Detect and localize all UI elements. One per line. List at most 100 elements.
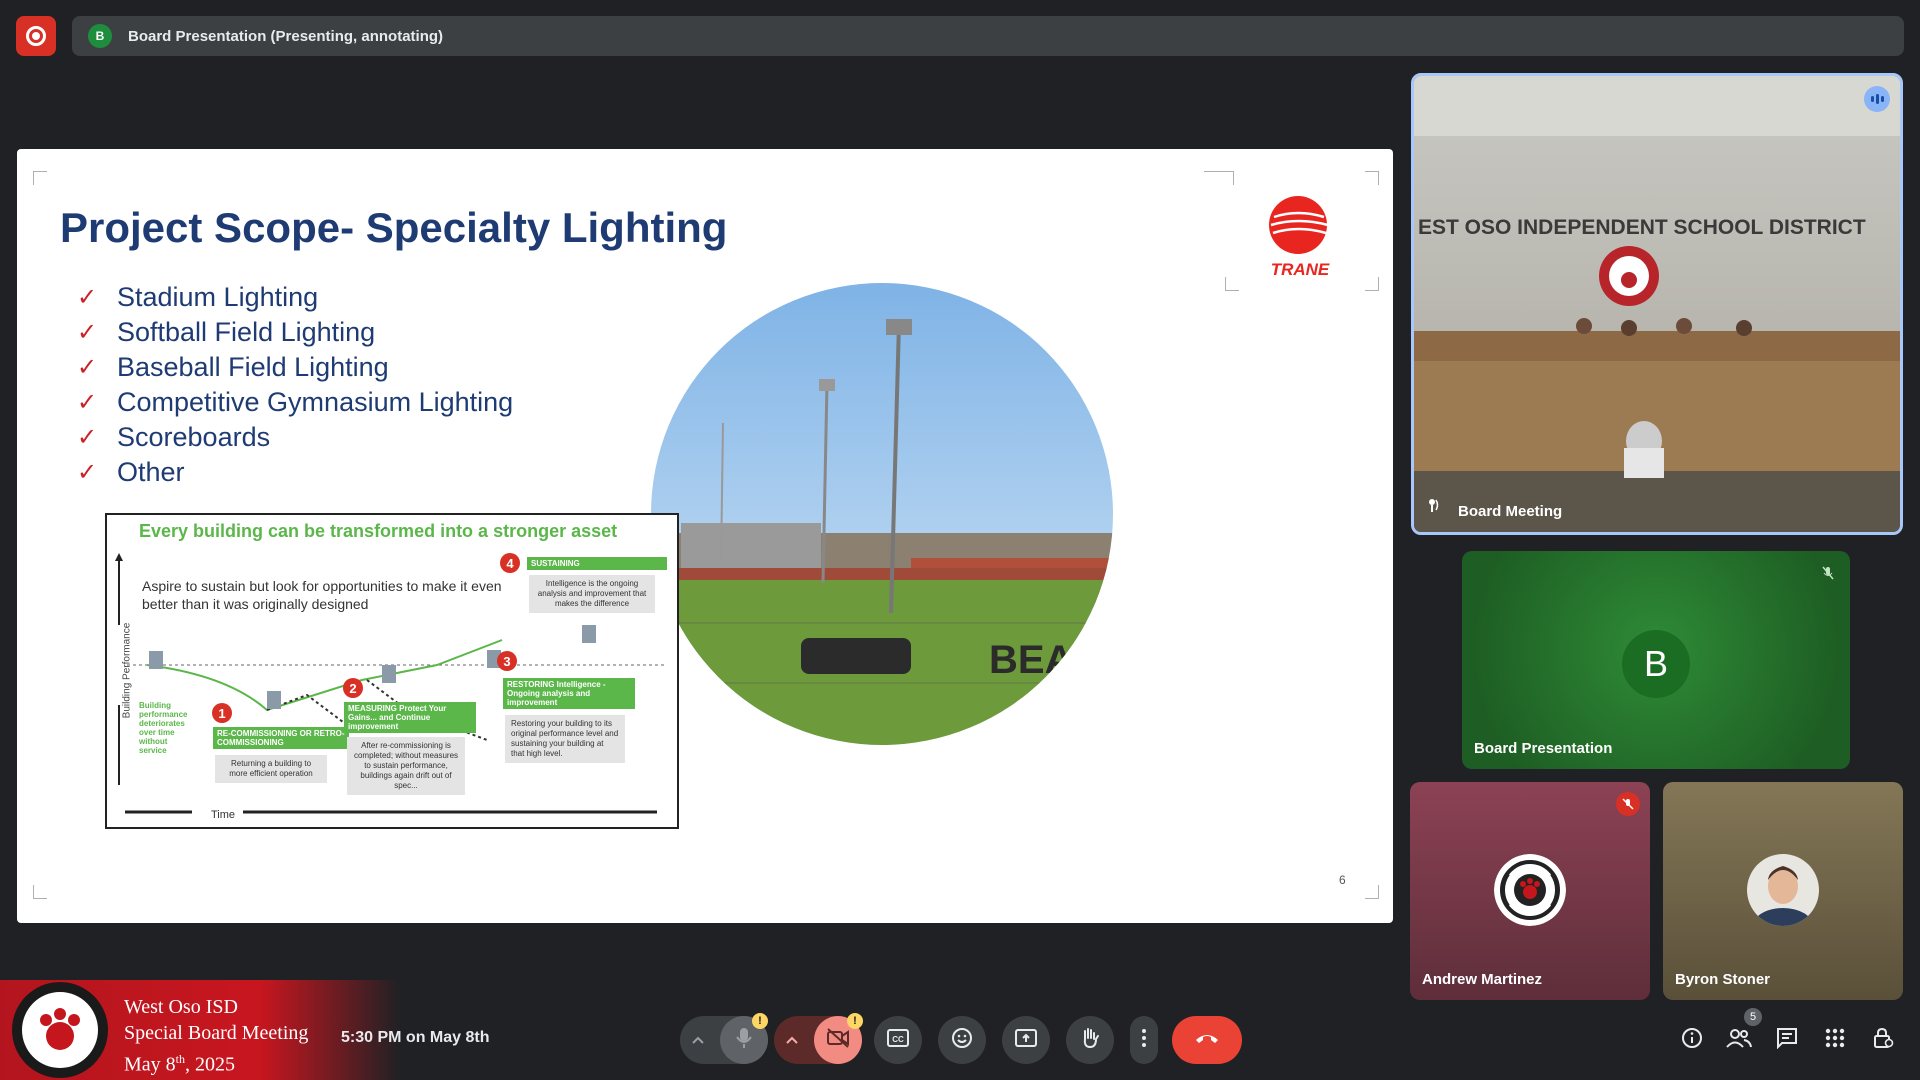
speaking-indicator-icon	[1864, 86, 1890, 112]
list-item-label: Scoreboards	[117, 422, 271, 452]
camera-off-icon	[826, 1027, 850, 1053]
list-item-label: Baseball Field Lighting	[117, 352, 389, 382]
stadium-photo: BEAR	[651, 283, 1113, 745]
meeting-details-button[interactable]	[1676, 1024, 1708, 1056]
crop-mark	[33, 171, 47, 185]
info-icon	[1681, 1027, 1703, 1054]
chevron-up-icon[interactable]	[786, 1031, 798, 1049]
broadcast-lower-third: West Oso ISD Special Board Meeting May 8…	[0, 980, 400, 1080]
room-sign-text: EST OSO INDEPENDENT SCHOOL DISTRICT	[1418, 216, 1866, 239]
participant-tile-andrew-martinez[interactable]: Andrew Martinez	[1410, 782, 1650, 1000]
present-screen-icon	[1015, 1028, 1037, 1052]
crop-mark	[1365, 277, 1379, 291]
step-description: Restoring your building to its original …	[505, 715, 625, 763]
raise-hand-icon	[1080, 1027, 1100, 1054]
mic-warning-badge: !	[752, 1013, 768, 1029]
mic-muted-icon	[1616, 792, 1640, 816]
meeting-org: West Oso ISD	[124, 996, 238, 1018]
step-badge: 3	[497, 651, 517, 671]
participant-name: Andrew Martinez	[1422, 971, 1543, 988]
list-item: ✓ Baseball Field Lighting	[77, 350, 513, 385]
record-icon	[26, 26, 46, 46]
diagram-left-note: Building performance deteriorates over t…	[139, 701, 188, 755]
checkmark-icon: ✓	[77, 459, 98, 486]
meeting-info: West Oso ISD Special Board Meeting May 8…	[124, 994, 308, 1078]
crop-mark	[1225, 277, 1239, 291]
step-title: RESTORING Intelligence - Ongoing analysi…	[503, 678, 635, 709]
crop-mark	[1365, 885, 1379, 899]
emoji-icon	[951, 1027, 973, 1054]
avatar: B	[1622, 630, 1690, 698]
host-controls-button[interactable]	[1867, 1024, 1899, 1056]
people-icon	[1726, 1028, 1752, 1053]
svg-text:CC: CC	[892, 1035, 904, 1044]
presentation-slide: Project Scope- Specialty Lighting TRANE …	[17, 149, 1393, 923]
activities-button[interactable]	[1819, 1024, 1851, 1056]
trane-logo: TRANE	[1269, 196, 1330, 279]
step-description: Returning a building to more efficient o…	[215, 755, 327, 783]
checkmark-icon: ✓	[77, 424, 98, 451]
reactions-button[interactable]	[938, 1016, 986, 1064]
participant-tile-board-meeting[interactable]: EST OSO INDEPENDENT SCHOOL DISTRICT Boar…	[1411, 73, 1903, 535]
step-title: SUSTAINING	[527, 557, 667, 570]
list-item: ✓ Stadium Lighting	[77, 280, 513, 315]
checkmark-icon: ✓	[77, 354, 98, 381]
checkmark-icon: ✓	[77, 319, 98, 346]
participant-name: Board Presentation	[1474, 740, 1613, 757]
camera-warning-badge: !	[847, 1013, 863, 1029]
captions-button[interactable]: CC	[874, 1016, 922, 1064]
microphone-icon	[736, 1027, 752, 1054]
district-logo	[4, 982, 116, 1078]
crop-mark	[1365, 171, 1379, 185]
scope-list: ✓ Stadium Lighting ✓ Softball Field Lighti…	[77, 280, 513, 490]
pin-icon	[1426, 497, 1442, 518]
presenter-avatar: B	[88, 24, 112, 48]
participant-tile-board-presentation[interactable]: B Board Presentation	[1462, 551, 1850, 769]
meeting-title: Special Board Meeting	[124, 1022, 309, 1044]
list-item: ✓ Other	[77, 455, 513, 490]
list-item-label: Softball Field Lighting	[117, 317, 376, 347]
avatar	[1494, 854, 1566, 926]
participant-name: Board Meeting	[1458, 503, 1563, 520]
recording-indicator-button[interactable]	[16, 16, 56, 56]
photo-sign-text: BEAR	[989, 638, 1102, 682]
leave-call-button[interactable]	[1172, 1016, 1242, 1064]
people-button[interactable]	[1723, 1024, 1755, 1056]
step-description: Intelligence is the ongoing analysis and…	[529, 575, 655, 613]
list-item-label: Other	[117, 457, 185, 487]
step-title: RE-COMMISSIONING OR RETRO-COMMISSIONING	[213, 727, 349, 749]
more-options-button[interactable]	[1130, 1016, 1158, 1064]
step-description: After re-commissioning is completed; wit…	[347, 737, 465, 795]
participant-tile-byron-stoner[interactable]: Byron Stoner	[1663, 782, 1903, 1000]
raise-hand-button[interactable]	[1066, 1016, 1114, 1064]
list-item: ✓ Competitive Gymnasium Lighting	[77, 385, 513, 420]
meeting-date: May 8th, 2025	[124, 1052, 236, 1076]
building-performance-diagram: Every building can be transformed into a…	[105, 513, 679, 829]
list-item: ✓ Scoreboards	[77, 420, 513, 455]
crop-mark	[33, 885, 47, 899]
meeting-clock: 5:30 PM on May 8th	[341, 1029, 490, 1046]
mic-muted-icon	[1816, 561, 1840, 585]
list-item: ✓ Softball Field Lighting	[77, 315, 513, 350]
presentation-bar[interactable]: B Board Presentation (Presenting, annota…	[72, 16, 1904, 56]
slide-page-number: 6	[1339, 873, 1346, 887]
step-badge: 1	[212, 703, 232, 723]
step-badge: 4	[500, 553, 520, 573]
room-video-feed: EST OSO INDEPENDENT SCHOOL DISTRICT	[1414, 76, 1900, 532]
step-title: MEASURING Protect Your Gains... and Cont…	[344, 702, 476, 733]
activities-icon	[1825, 1028, 1845, 1053]
diagram-x-label: Time	[205, 809, 242, 821]
more-options-icon	[1142, 1028, 1146, 1052]
participant-count-badge: 5	[1744, 1008, 1762, 1026]
checkmark-icon: ✓	[77, 389, 98, 416]
presentation-title: Board Presentation (Presenting, annotati…	[128, 27, 444, 45]
avatar	[1747, 854, 1819, 926]
present-now-button[interactable]	[1002, 1016, 1050, 1064]
list-item-label: Stadium Lighting	[117, 282, 319, 312]
chat-icon	[1776, 1027, 1798, 1054]
trane-wordmark: TRANE	[1271, 260, 1330, 279]
chevron-up-icon[interactable]	[692, 1031, 704, 1049]
end-call-icon	[1194, 1031, 1220, 1049]
slide-title: Project Scope- Specialty Lighting	[60, 204, 728, 251]
chat-button[interactable]	[1771, 1024, 1803, 1056]
